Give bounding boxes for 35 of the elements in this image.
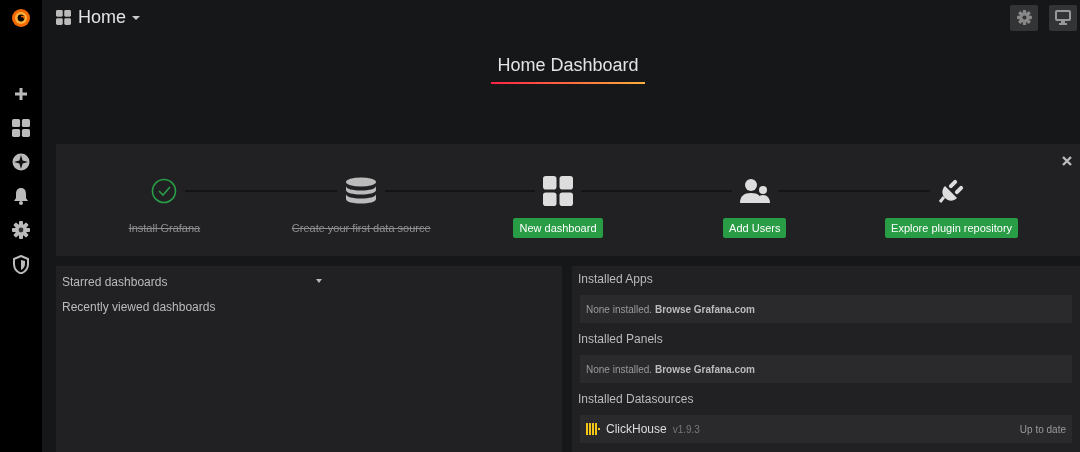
database-icon bbox=[345, 176, 378, 205]
settings-button[interactable] bbox=[1010, 4, 1038, 31]
logo-icon[interactable] bbox=[10, 7, 32, 29]
compass-icon[interactable] bbox=[12, 153, 30, 171]
shield-icon[interactable] bbox=[12, 254, 30, 274]
bell-icon[interactable] bbox=[13, 187, 29, 205]
section-heading: Installed Datasources bbox=[578, 392, 695, 406]
check-circle-icon bbox=[151, 177, 178, 204]
step-button[interactable]: Explore plugin repository bbox=[885, 217, 1019, 238]
step-label: Create your first data source bbox=[291, 220, 431, 236]
dashboard-grid-icon bbox=[543, 175, 573, 206]
users-icon bbox=[739, 177, 770, 204]
status-label: Up to date bbox=[1019, 423, 1066, 435]
section-heading[interactable]: Starred dashboards bbox=[62, 275, 168, 289]
view-mode-button[interactable] bbox=[1049, 4, 1077, 31]
dashboard-title: Home Dashboard bbox=[491, 55, 645, 85]
step-button[interactable]: Add Users bbox=[723, 217, 787, 238]
datasource-logo-icon bbox=[586, 422, 600, 436]
empty-message: None installed. Browse Grafana.com bbox=[586, 303, 755, 315]
monitor-icon bbox=[1055, 10, 1071, 26]
section-heading: Installed Apps bbox=[578, 272, 654, 286]
dashboard-grid-icon bbox=[56, 10, 71, 26]
step-button[interactable]: New dashboard bbox=[513, 217, 603, 238]
section-heading: Installed Panels bbox=[578, 332, 664, 346]
gear-icon bbox=[1016, 10, 1032, 26]
datasource-name[interactable]: ClickHouse bbox=[606, 422, 667, 436]
dashboards-icon[interactable] bbox=[12, 119, 30, 137]
dashboard-picker[interactable]: Home bbox=[78, 7, 140, 29]
settings-icon[interactable] bbox=[12, 221, 30, 239]
close-icon bbox=[1062, 155, 1072, 166]
version-label: v1.9.3 bbox=[672, 423, 700, 435]
section-heading[interactable]: Recently viewed dashboards bbox=[62, 300, 216, 314]
plus-icon[interactable] bbox=[13, 86, 29, 102]
step-label: Install Grafana bbox=[128, 220, 201, 236]
empty-message: None installed. Browse Grafana.com bbox=[586, 363, 755, 375]
